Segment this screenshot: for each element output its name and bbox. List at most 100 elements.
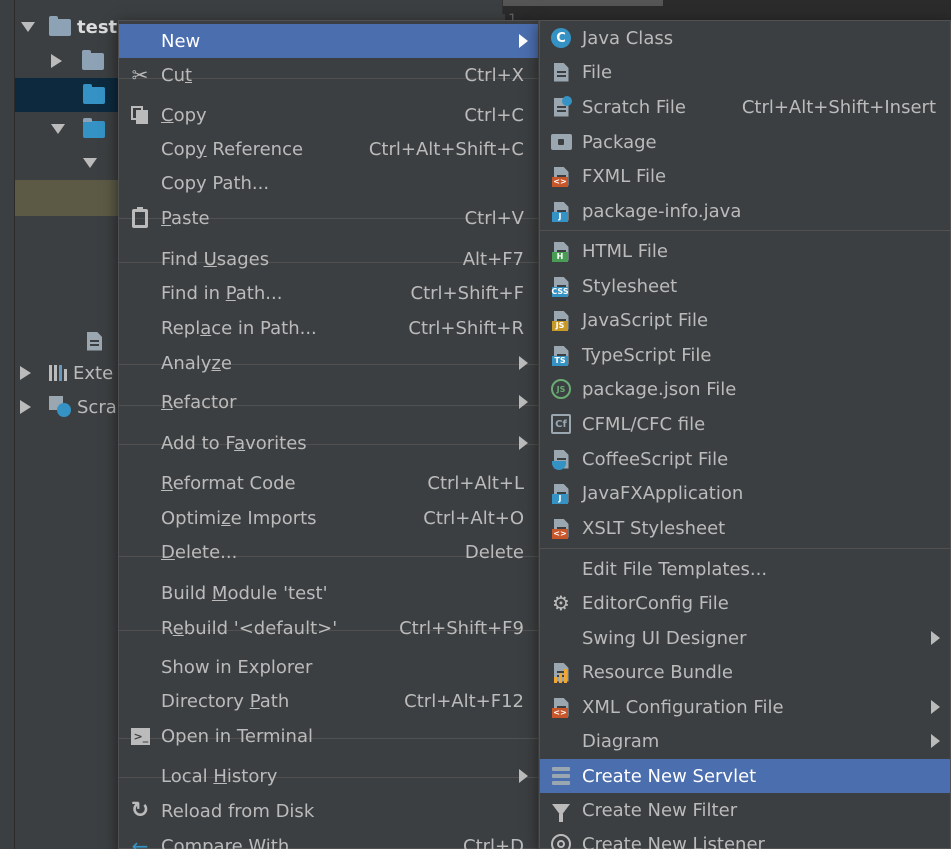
editor-area [502,0,951,14]
project-context-menu: New ✂ Cut Ctrl+X Copy Ctrl+C Copy Reference Ctr… [118,20,539,849]
new-item-editorconfig-file[interactable]: ⚙ EditorConfig File [540,586,950,620]
menu-item-delete[interactable]: Delete... Delete [119,535,538,569]
menu-item-show-in-explorer[interactable]: Show in Explorer [119,650,538,684]
package-info-icon: J [550,200,572,222]
menu-item-label: TypeScript File [582,344,712,366]
submenu-arrow-icon [931,734,940,748]
shortcut-hint: Ctrl+C [464,104,524,126]
menu-item-rebuild-default[interactable]: Rebuild '<default>' Ctrl+Shift+F9 [119,611,538,645]
menu-separator [540,548,950,549]
menu-item-cut[interactable]: ✂ Cut Ctrl+X [119,58,538,92]
scratches-label: Scra [77,396,117,418]
menu-item-label: Rebuild '<default>' [161,617,338,639]
new-item-fxml-file[interactable]: <> FXML File [540,159,950,193]
menu-item-label: Create New Filter [582,799,738,821]
menu-item-add-to-favorites[interactable]: Add to Favorites [119,426,538,460]
terminal-icon: >_ [129,725,151,747]
submenu-arrow-icon [931,631,940,645]
new-item-swing-ui-designer[interactable]: Swing UI Designer [540,621,950,655]
new-item-javafxapplication[interactable]: J JavaFXApplication [540,476,950,510]
menu-item-directory-path[interactable]: Directory Path Ctrl+Alt+F12 [119,684,538,718]
fxml-file-icon: <> [550,165,572,187]
new-item-package-info-java[interactable]: Jpackage-info.java [540,194,950,228]
new-item-xml-configuration-file[interactable]: <> XML Configuration File [540,690,950,724]
module-folder-icon [49,15,71,36]
expand-arrow-icon[interactable] [21,22,35,32]
scratches-icon [49,396,73,418]
new-item-create-new-filter[interactable]: Create New Filter [540,793,950,827]
menu-item-copy[interactable]: Copy Ctrl+C [119,98,538,132]
compare-icon: ← [131,834,149,849]
external-libraries-label: Exte [73,362,114,384]
new-item-html-file[interactable]: H HTML File [540,234,950,268]
new-item-java-class[interactable]: C Java Class [540,21,950,55]
menu-item-reformat-code[interactable]: Reformat Code Ctrl+Alt+L [119,466,538,500]
submenu-arrow-icon [931,700,940,714]
submenu-arrow-icon [519,395,528,409]
xslt-icon: <> [550,517,572,539]
resource-bundle-icon [550,661,572,683]
copy-icon [129,104,151,126]
new-item-coffeescript-file[interactable]: CoffeeScript File [540,442,950,476]
java-class-icon: C [550,27,572,49]
menu-item-build-module-test[interactable]: Build Module 'test' [119,576,538,610]
scissors-icon: ✂ [131,63,149,87]
new-item-file[interactable]: File [540,55,950,89]
new-item-cfml-cfc-file[interactable]: Cf CFML/CFC file [540,407,950,441]
new-item-stylesheet[interactable]: CSS Stylesheet [540,269,950,303]
menu-item-optimize-imports[interactable]: Optimize Imports Ctrl+Alt+O [119,501,538,535]
menu-item-refactor[interactable]: Refactor [119,385,538,419]
new-item-scratch-file[interactable]: Scratch File Ctrl+Alt+Shift+Insert [540,90,950,124]
menu-item-find-usages[interactable]: Find Usages Alt+F7 [119,242,538,276]
menu-item-label: Resource Bundle [582,661,733,683]
menu-item-reload-from-disk[interactable]: ↻ Reload from Disk [119,794,538,828]
new-item-edit-file-templates[interactable]: Edit File Templates... [540,552,950,586]
new-item-resource-bundle[interactable]: Resource Bundle [540,655,950,689]
menu-item-copy-path[interactable]: Copy Path... [119,166,538,200]
menu-item-label: Package [582,131,657,153]
menu-item-new[interactable]: New [119,24,538,58]
new-item-xslt-stylesheet[interactable]: <> XSLT Stylesheet [540,511,950,545]
new-item-javascript-file[interactable]: JS JavaScript File [540,303,950,337]
new-item-create-new-listener[interactable]: Create New Listener [540,827,950,849]
new-item-diagram[interactable]: Diagram [540,724,950,758]
menu-item-copy-reference[interactable]: Copy Reference Ctrl+Alt+Shift+C [119,132,538,166]
shortcut-hint: Ctrl+Alt+O [423,507,524,529]
menu-item-label: HTML File [582,240,668,262]
menu-item-replace-in-path[interactable]: Replace in Path... Ctrl+Shift+R [119,311,538,345]
menu-item-label: Cut [161,64,193,86]
menu-item-label: Find Usages [161,248,270,270]
menu-item-label: Replace in Path... [161,317,317,339]
submenu-arrow-icon [519,769,528,783]
menu-item-label: Scratch File [582,96,686,118]
menu-item-open-in-terminal[interactable]: >_ Open in Terminal [119,719,538,753]
menu-item-paste[interactable]: Paste Ctrl+V [119,201,538,235]
new-item-package-json-file[interactable]: JS package.json File [540,372,950,406]
collapse-arrow-icon[interactable] [20,400,31,414]
collapse-arrow-icon[interactable] [20,366,31,380]
filter-icon [550,799,572,822]
new-item-package[interactable]: Package [540,125,950,159]
collapse-arrow-icon[interactable] [51,54,62,68]
editor-scrollbar[interactable] [503,0,663,6]
menu-item-label: Build Module 'test' [161,582,328,604]
new-item-typescript-file[interactable]: TS TypeScript File [540,338,950,372]
shortcut-hint: Ctrl+Alt+F12 [404,690,524,712]
expand-arrow-icon[interactable] [51,124,65,134]
web-folder-icon [83,117,105,138]
menu-item-label: Compare With... [161,835,307,849]
servlet-icon [550,765,572,787]
submenu-arrow-icon [519,356,528,370]
expand-arrow-icon[interactable] [83,158,97,168]
menu-item-analyze[interactable]: Analyze [119,346,538,380]
menu-item-compare-with[interactable]: ← Compare With... Ctrl+D [119,829,538,849]
submenu-arrow-icon [519,34,528,48]
menu-item-label: Create New Listener [582,833,765,849]
coffeescript-icon [550,448,572,470]
iml-file-icon [87,331,102,351]
menu-item-local-history[interactable]: Local History [119,759,538,793]
menu-item-find-in-path[interactable]: Find in Path... Ctrl+Shift+F [119,276,538,310]
file-icon [550,61,572,83]
new-item-create-new-servlet[interactable]: Create New Servlet [540,759,950,793]
menu-item-label: EditorConfig File [582,592,729,614]
